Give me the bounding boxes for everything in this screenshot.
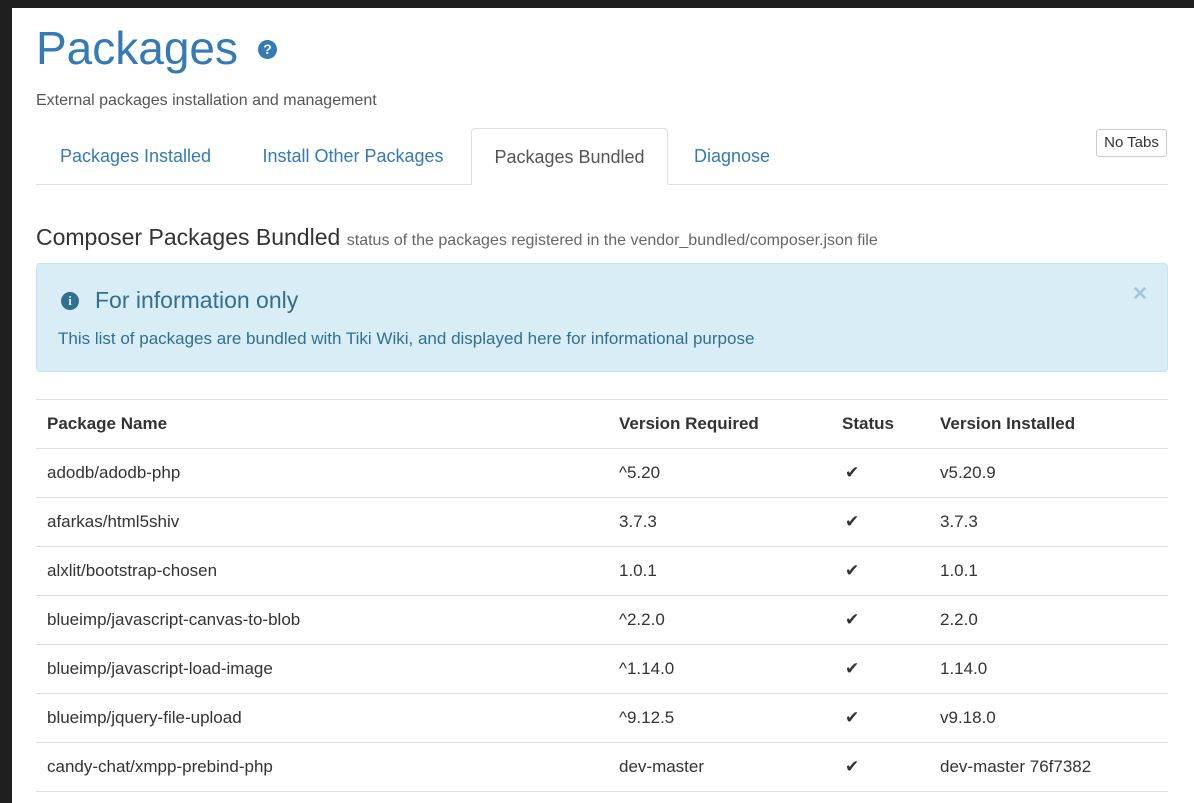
tab-bar: Packages Installed Install Other Package… [36,128,1168,185]
version-installed-cell: v5.20.9 [929,448,1168,498]
version-required-cell: ^9.12.5 [608,693,831,743]
page-title: Packages [36,22,239,74]
check-icon: ✔ [845,757,860,776]
table-row: candy-chat/xmpp-prebind-php dev-master ✔… [36,742,1168,792]
package-name-cell: blueimp/jquery-file-upload [36,693,608,743]
table-row: adodb/adodb-php ^5.20 ✔ v5.20.9 [36,448,1168,498]
package-name-cell: alxlit/bootstrap-chosen [36,546,608,596]
version-installed-cell: 1.0.1 [929,546,1168,596]
version-required-cell: ^2.2.0 [608,595,831,645]
section-title: Composer Packages Bundled [36,224,341,250]
check-icon: ✔ [845,463,860,482]
table-row: afarkas/html5shiv 3.7.3 ✔ 3.7.3 [36,497,1168,547]
no-tabs-button[interactable]: No Tabs [1096,129,1167,157]
package-name-cell: afarkas/html5shiv [36,497,608,547]
tab-diagnose[interactable]: Diagnose [672,128,792,183]
alert-title: For information only [95,287,299,313]
status-cell: ✔ [831,546,929,596]
version-required-cell: 1.0.1 [608,546,831,596]
status-cell: ✔ [831,448,929,498]
version-installed-cell: 2.2.0 [929,595,1168,645]
table-row: alxlit/bootstrap-chosen 1.0.1 ✔ 1.0.1 [36,546,1168,596]
package-name-cell: candy-chat/xmpp-prebind-php [36,742,608,792]
question-circle-icon[interactable]: ? [258,39,278,59]
alert-header: i For information only [61,287,298,314]
version-required-cell: ^5.20 [608,448,831,498]
tab-packages-bundled[interactable]: Packages Bundled [471,128,668,185]
info-circle-icon: i [61,291,79,310]
check-icon: ✔ [845,659,860,678]
version-installed-cell: 1.14.0 [929,644,1168,694]
package-name-cell: blueimp/javascript-canvas-to-blob [36,595,608,645]
tab-install-other-packages[interactable]: Install Other Packages [235,128,471,183]
section-heading: Composer Packages Bundled status of the … [36,224,878,251]
version-installed-cell: v9.18.0 [929,693,1168,743]
column-header-status: Status [831,399,929,449]
version-required-cell: 3.7.3 [608,497,831,547]
check-icon: ✔ [845,708,860,727]
page-subtitle: External packages installation and manag… [36,92,377,109]
table-row: blueimp/javascript-load-image ^1.14.0 ✔ … [36,644,1168,694]
check-icon: ✔ [845,610,860,629]
info-alert: i For information only This list of pack… [36,263,1168,372]
version-required-cell: dev-master [608,742,831,792]
package-name-cell: blueimp/javascript-load-image [36,644,608,694]
package-name-cell: adodb/adodb-php [36,448,608,498]
status-cell: ✔ [831,693,929,743]
status-cell: ✔ [831,595,929,645]
column-header-version-required: Version Required [608,399,831,449]
check-icon: ✔ [845,561,860,580]
tab-packages-installed[interactable]: Packages Installed [36,128,235,183]
table-row: blueimp/jquery-file-upload ^9.12.5 ✔ v9.… [36,693,1168,743]
status-cell: ✔ [831,742,929,792]
section-subtitle: status of the packages registered in the… [346,232,878,249]
version-required-cell: ^1.14.0 [608,644,831,694]
page: Packages ? External packages installatio… [12,8,1194,803]
status-cell: ✔ [831,644,929,694]
table-header-row: Package Name Version Required Status Ver… [36,399,1168,449]
status-cell: ✔ [831,497,929,547]
column-header-package-name: Package Name [36,399,608,449]
version-installed-cell: dev-master 76f7382 [929,742,1168,792]
version-installed-cell: 3.7.3 [929,497,1168,547]
page-header: Packages ? [36,22,278,74]
column-header-version-installed: Version Installed [929,399,1168,449]
table-row: blueimp/javascript-canvas-to-blob ^2.2.0… [36,595,1168,645]
packages-table: Package Name Version Required Status Ver… [36,399,1168,792]
close-icon[interactable]: × [1133,280,1147,308]
check-icon: ✔ [845,512,860,531]
alert-text: This list of packages are bundled with T… [58,329,755,348]
